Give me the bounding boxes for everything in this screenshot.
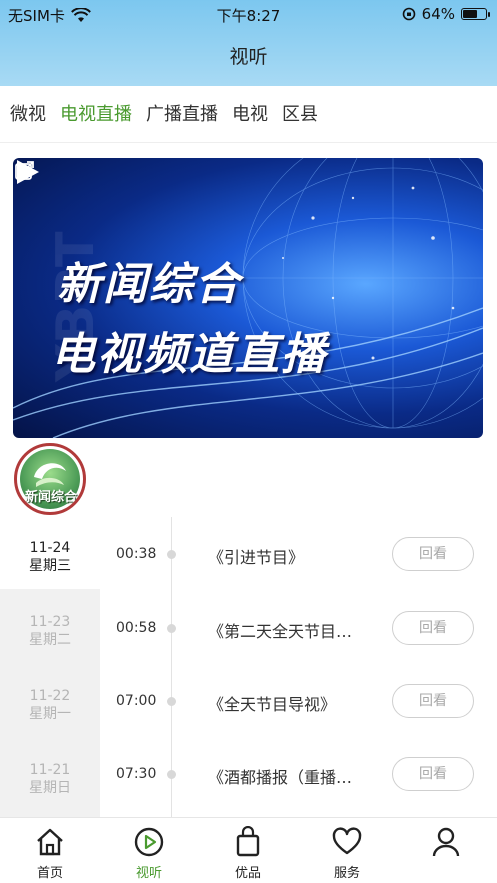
home-icon (37, 828, 63, 856)
nav-shop-label: 优品 (234, 866, 261, 881)
nav-home[interactable]: 首页 (10, 826, 90, 881)
nav-service-label: 服务 (333, 866, 360, 881)
program-title[interactable]: 《第二天全天节目… (208, 618, 352, 642)
banner-title-line1: 新闻综合 (57, 259, 241, 310)
tab-tv[interactable]: 电视 (232, 100, 268, 126)
program-time: 07:30 (116, 766, 157, 782)
program-time: 00:58 (116, 620, 157, 636)
date-item[interactable]: 11-22 星期一 (0, 665, 100, 737)
date-label: 11-23 (29, 614, 71, 630)
program-time: 07:00 (116, 693, 157, 709)
tab-radio-live[interactable]: 广播直播 (146, 100, 218, 126)
nav-shop[interactable]: 优品 (208, 826, 288, 881)
status-right: 64% (402, 5, 490, 23)
battery-percent: 64% (421, 5, 455, 23)
timeline-dot (167, 624, 176, 633)
heart-icon (332, 827, 362, 855)
nav-home-label: 首页 (36, 866, 63, 881)
header: 无SIM卡 下午8:27 64% 视听 (0, 0, 497, 86)
program-time: 00:38 (116, 546, 157, 562)
tab-districts[interactable]: 区县 (282, 100, 318, 126)
replay-button[interactable]: 回看 (392, 757, 474, 791)
status-bar: 无SIM卡 下午8:27 64% (0, 0, 497, 28)
nav-media-label: 视听 (135, 866, 162, 881)
live-video-banner[interactable]: YBRT 新闻综合 电视频道直播 (13, 158, 483, 438)
date-label: 11-22 (29, 688, 71, 704)
date-item[interactable]: 11-21 星期日 (0, 739, 100, 811)
tab-tv-live[interactable]: 电视直播 (60, 100, 132, 126)
nav-media[interactable]: 视听 (109, 826, 189, 881)
program-title[interactable]: 《酒都播报（重播… (208, 764, 352, 788)
weekday-label: 星期日 (29, 780, 71, 796)
weekday-label: 星期三 (29, 558, 71, 574)
timeline-dot (167, 550, 176, 559)
play-icon[interactable] (13, 158, 41, 186)
battery-level (463, 10, 477, 18)
banner-title-line2: 电视频道直播 (51, 329, 327, 380)
battery-icon (461, 8, 490, 20)
date-item[interactable]: 11-24 星期三 (0, 517, 100, 589)
play-circle-icon (134, 827, 164, 857)
replay-button[interactable]: 回看 (392, 684, 474, 718)
nav-service[interactable]: 服务 (307, 826, 387, 881)
date-label: 11-21 (29, 762, 71, 778)
orientation-lock-icon (402, 7, 415, 21)
date-column: 11-24 星期三 11-23 星期二 11-22 星期一 11-21 星期日 (0, 517, 100, 817)
bottom-nav: 首页 视听 优品 服务 (0, 817, 497, 883)
replay-button[interactable]: 回看 (392, 537, 474, 571)
logo-text: 新闻综合 (24, 490, 77, 505)
weekday-label: 星期一 (29, 706, 71, 722)
program-title[interactable]: 《引进节目》 (208, 544, 304, 568)
tab-weishi[interactable]: 微视 (10, 100, 46, 126)
program-title[interactable]: 《全天节目导视》 (208, 691, 336, 715)
timeline-dot (167, 697, 176, 706)
replay-button[interactable]: 回看 (392, 611, 474, 645)
channel-logo[interactable]: 新闻综合 (14, 443, 86, 515)
date-label: 11-24 (29, 540, 71, 556)
category-tabs: 微视 电视直播 广播直播 电视 区县 (10, 100, 318, 126)
tab-divider (0, 142, 497, 143)
nav-profile[interactable] (406, 826, 486, 862)
timeline-dot (167, 770, 176, 779)
weekday-label: 星期二 (29, 632, 71, 648)
date-item[interactable]: 11-23 星期二 (0, 591, 100, 663)
page-title: 视听 (229, 46, 268, 68)
shopping-bag-icon (236, 826, 260, 857)
user-icon (432, 827, 460, 857)
